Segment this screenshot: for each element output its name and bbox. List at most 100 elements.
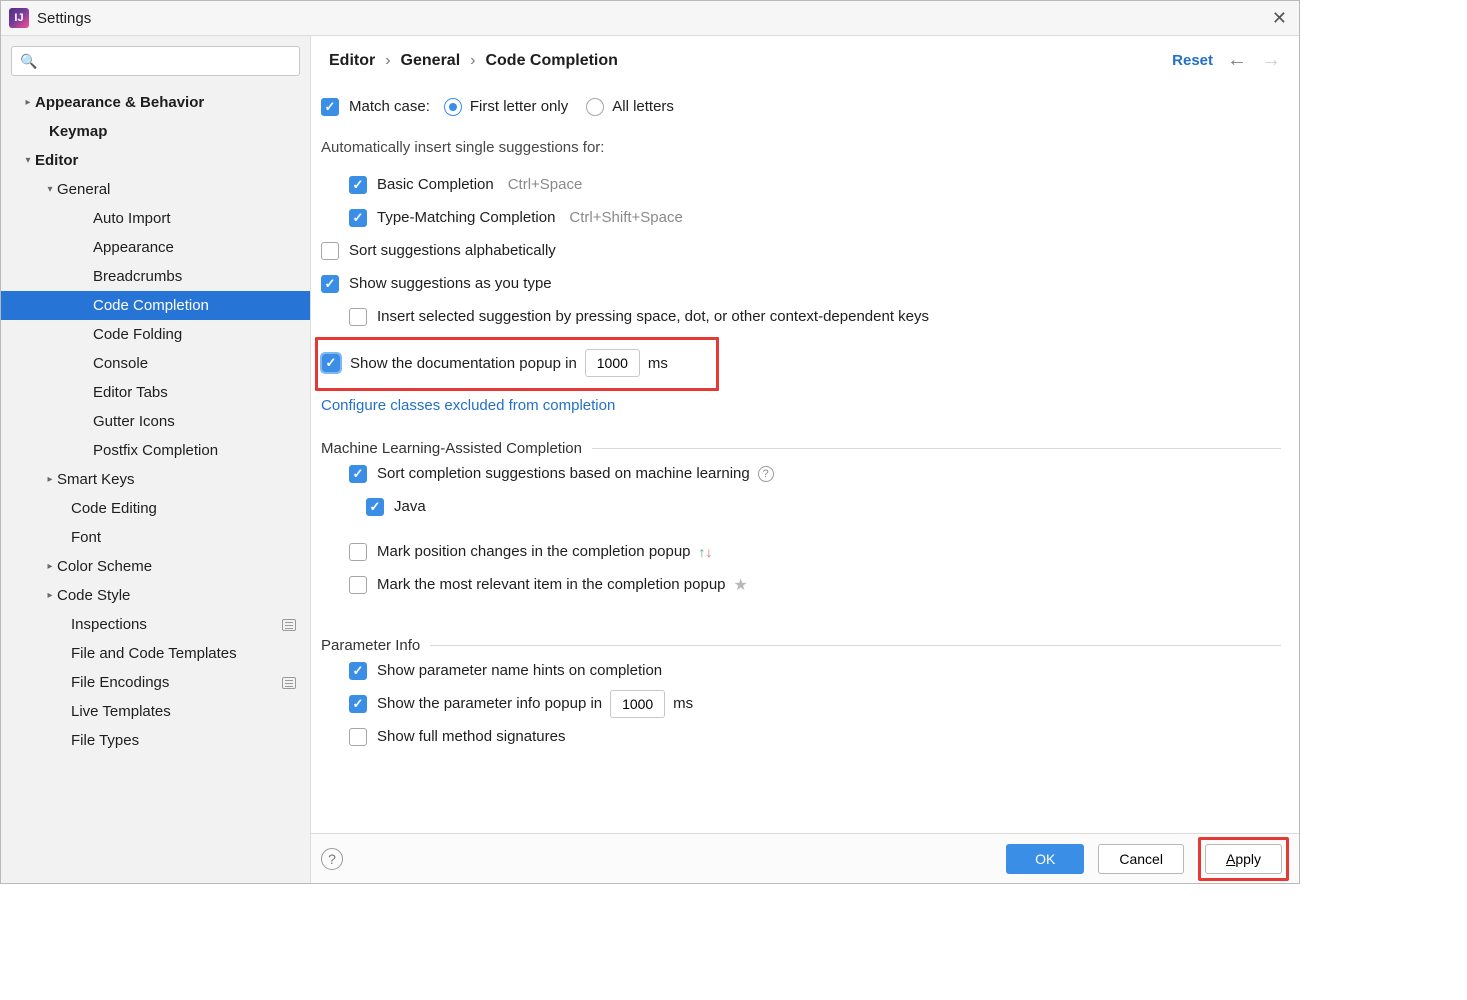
search-icon: 🔍: [20, 53, 37, 70]
tree-item-postfix-completion[interactable]: Postfix Completion: [1, 436, 310, 465]
ok-button[interactable]: OK: [1006, 844, 1084, 874]
tree-item-keymap[interactable]: Keymap: [1, 117, 310, 146]
tree-item-label: Auto Import: [93, 210, 171, 227]
tree-item-label: General: [57, 181, 110, 198]
tree-item-label: Code Completion: [93, 297, 209, 314]
tree-item-label: Postfix Completion: [93, 442, 218, 459]
breadcrumb: Editor › General › Code Completion: [329, 52, 618, 70]
tree-item-label: Appearance & Behavior: [35, 94, 204, 111]
tree-item-console[interactable]: Console: [1, 349, 310, 378]
basic-completion-checkbox[interactable]: [349, 176, 367, 194]
type-matching-label: Type-Matching Completion: [377, 209, 555, 226]
full-signatures-checkbox[interactable]: [349, 728, 367, 746]
highlighted-apply-box: Apply: [1198, 837, 1289, 881]
all-letters-label: All letters: [612, 98, 674, 115]
titlebar: IJ Settings ✕: [1, 1, 1299, 36]
ml-section-title: Machine Learning-Assisted Completion: [321, 440, 582, 457]
tree-item-appearance-behavior[interactable]: ▸Appearance & Behavior: [1, 88, 310, 117]
tree-item-label: Editor Tabs: [93, 384, 168, 401]
tree-item-file-types[interactable]: File Types: [1, 726, 310, 755]
tree-item-editor[interactable]: ▾Editor: [1, 146, 310, 175]
cancel-button[interactable]: Cancel: [1098, 844, 1184, 874]
tree-item-file-encodings[interactable]: File Encodings: [1, 668, 310, 697]
crumb-general[interactable]: General: [401, 52, 461, 70]
tree-item-label: File and Code Templates: [71, 645, 237, 662]
basic-completion-label: Basic Completion: [377, 176, 494, 193]
chevron-down-icon: ▾: [43, 184, 57, 195]
show-doc-popup-checkbox[interactable]: [322, 354, 340, 372]
full-signatures-label: Show full method signatures: [377, 728, 565, 745]
tree-item-label: Breadcrumbs: [93, 268, 182, 285]
mark-relevant-checkbox[interactable]: [349, 576, 367, 594]
tree-item-label: Editor: [35, 152, 78, 169]
updown-icon: ↑↓: [699, 544, 713, 560]
insert-selected-checkbox[interactable]: [349, 308, 367, 326]
mark-relevant-label: Mark the most relevant item in the compl…: [377, 576, 726, 593]
first-letter-radio[interactable]: [444, 98, 462, 116]
mark-position-checkbox[interactable]: [349, 543, 367, 561]
chevron-right-icon: ›: [470, 52, 475, 70]
sort-ml-checkbox[interactable]: [349, 465, 367, 483]
all-letters-radio[interactable]: [586, 98, 604, 116]
settings-window: IJ Settings ✕ 🔍 ▸Appearance & BehaviorKe…: [0, 0, 1300, 884]
tree-item-breadcrumbs[interactable]: Breadcrumbs: [1, 262, 310, 291]
type-matching-checkbox[interactable]: [349, 209, 367, 227]
settings-tree[interactable]: ▸Appearance & BehaviorKeymap▾Editor▾Gene…: [1, 82, 310, 883]
crumb-editor[interactable]: Editor: [329, 52, 375, 70]
tree-item-auto-import[interactable]: Auto Import: [1, 204, 310, 233]
tree-item-general[interactable]: ▾General: [1, 175, 310, 204]
tree-item-live-templates[interactable]: Live Templates: [1, 697, 310, 726]
java-checkbox[interactable]: [366, 498, 384, 516]
ml-section-head: Machine Learning-Assisted Completion: [321, 440, 1281, 457]
apply-button[interactable]: Apply: [1205, 844, 1282, 874]
close-icon[interactable]: ✕: [1272, 8, 1287, 29]
tree-item-code-editing[interactable]: Code Editing: [1, 494, 310, 523]
tree-item-code-folding[interactable]: Code Folding: [1, 320, 310, 349]
java-label: Java: [394, 498, 426, 515]
tree-item-label: Inspections: [71, 616, 147, 633]
forward-arrow-icon: →: [1261, 49, 1281, 72]
param-popup-ms-input[interactable]: [610, 690, 665, 718]
tree-item-appearance[interactable]: Appearance: [1, 233, 310, 262]
tree-item-color-scheme[interactable]: ▸Color Scheme: [1, 552, 310, 581]
first-letter-label: First letter only: [470, 98, 568, 115]
insert-selected-label: Insert selected suggestion by pressing s…: [377, 308, 929, 325]
show-as-type-label: Show suggestions as you type: [349, 275, 552, 292]
tree-item-label: Font: [71, 529, 101, 546]
tree-item-label: Keymap: [49, 123, 107, 140]
configure-excluded-link[interactable]: Configure classes excluded from completi…: [321, 397, 615, 414]
tree-item-gutter-icons[interactable]: Gutter Icons: [1, 407, 310, 436]
dialog-footer: ? OK Cancel Apply: [311, 833, 1299, 883]
chevron-right-icon: ▸: [43, 561, 57, 572]
tree-item-editor-tabs[interactable]: Editor Tabs: [1, 378, 310, 407]
tree-item-file-and-code-templates[interactable]: File and Code Templates: [1, 639, 310, 668]
param-popup-checkbox[interactable]: [349, 695, 367, 713]
content-area: Match case: First letter only All letter…: [311, 86, 1299, 833]
doc-popup-ms-input[interactable]: [585, 349, 640, 377]
mark-position-label: Mark position changes in the completion …: [377, 543, 691, 560]
back-arrow-icon[interactable]: ←: [1227, 49, 1247, 72]
tree-item-inspections[interactable]: Inspections: [1, 610, 310, 639]
param-hints-checkbox[interactable]: [349, 662, 367, 680]
tree-item-code-style[interactable]: ▸Code Style: [1, 581, 310, 610]
tree-item-label: Live Templates: [71, 703, 171, 720]
match-case-checkbox[interactable]: [321, 98, 339, 116]
scope-badge-icon: [282, 677, 296, 689]
main-panel: Editor › General › Code Completion Reset…: [311, 36, 1299, 883]
tree-item-smart-keys[interactable]: ▸Smart Keys: [1, 465, 310, 494]
tree-item-code-completion[interactable]: Code Completion: [1, 291, 310, 320]
sort-alpha-checkbox[interactable]: [321, 242, 339, 260]
ms-label-2: ms: [673, 695, 693, 712]
search-input[interactable]: [41, 53, 291, 69]
chevron-right-icon: ▸: [43, 474, 57, 485]
tree-item-font[interactable]: Font: [1, 523, 310, 552]
tree-item-label: Color Scheme: [57, 558, 152, 575]
tree-item-label: Console: [93, 355, 148, 372]
help-icon[interactable]: ?: [758, 466, 774, 482]
help-button[interactable]: ?: [321, 848, 343, 870]
auto-insert-heading: Automatically insert single suggestions …: [321, 131, 1281, 164]
search-input-wrapper[interactable]: 🔍: [11, 46, 300, 76]
show-as-type-checkbox[interactable]: [321, 275, 339, 293]
tree-item-label: Appearance: [93, 239, 174, 256]
reset-link[interactable]: Reset: [1172, 52, 1213, 69]
